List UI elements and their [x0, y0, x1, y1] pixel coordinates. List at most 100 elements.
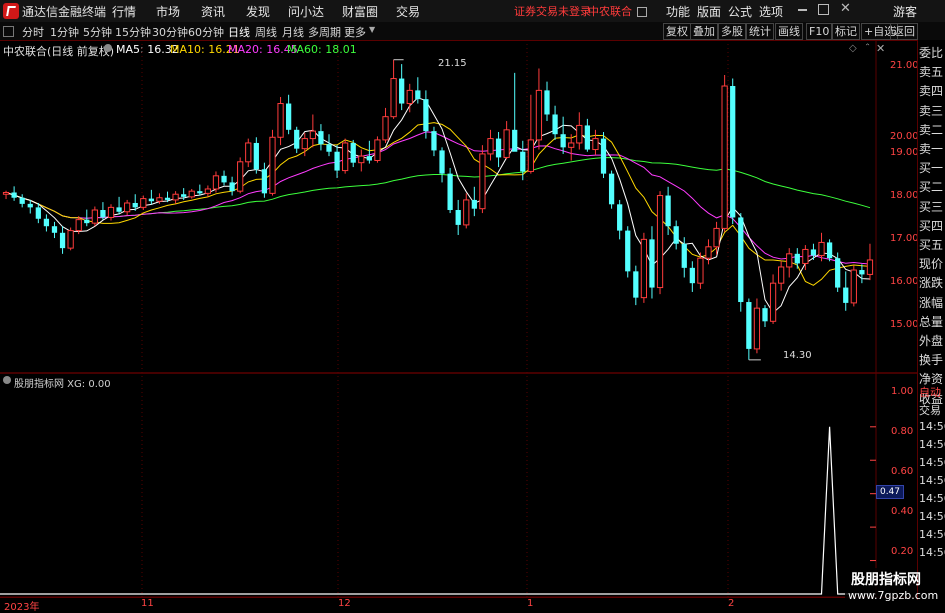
candle-body-up — [212, 175, 220, 190]
menu-layout[interactable]: 版面 — [697, 3, 721, 20]
xg-signal-line — [0, 426, 876, 595]
period-more[interactable]: 更多 — [344, 24, 366, 40]
toolbar-grid-icon[interactable] — [3, 26, 14, 37]
quote-field-label: 涨幅 — [919, 295, 944, 310]
guest-user[interactable]: 游客 — [893, 3, 917, 20]
period-15min[interactable]: 15分钟 — [115, 24, 151, 40]
period-60min[interactable]: 60分钟 — [188, 24, 224, 40]
candle-body-down — [415, 90, 421, 100]
x-label: 2 — [728, 598, 735, 609]
menu-ask[interactable]: 问小达 — [288, 3, 324, 20]
candle-body-down — [600, 138, 607, 174]
x-label: 12 — [338, 598, 351, 609]
low-price-label: 14.30 — [783, 350, 812, 361]
x-axis — [0, 597, 917, 610]
candle-body-up — [479, 153, 486, 210]
candle-body-down — [617, 204, 623, 231]
menu-market[interactable]: 市场 — [156, 3, 180, 20]
tick-time: 14:56 — [919, 528, 945, 541]
header-stock-name: 中农联合 — [588, 5, 632, 18]
minimize-icon[interactable] — [798, 9, 807, 11]
candle-body-up — [91, 209, 98, 224]
candle-body-down — [560, 134, 566, 148]
candle-body-up — [535, 89, 543, 141]
candle-body-up — [592, 138, 599, 151]
candle-body-down — [552, 114, 558, 135]
app-logo-icon — [3, 3, 19, 19]
trade-status-warning[interactable]: 证券交易未登录 — [514, 3, 591, 19]
candle-body-up — [309, 130, 316, 140]
candle-body-up — [172, 193, 179, 201]
candle-body-down — [221, 175, 227, 183]
menu-discover[interactable]: 发现 — [246, 3, 270, 20]
overlay-button[interactable]: 叠加 — [690, 23, 718, 40]
trade-mode-label[interactable]: 自动 — [919, 384, 941, 400]
draw-line-button[interactable]: 画线 — [775, 23, 803, 40]
f10-button[interactable]: F10 — [806, 23, 833, 40]
menu-formula[interactable]: 公式 — [728, 3, 752, 20]
candle-body-up — [75, 219, 82, 232]
candle-body-up — [342, 142, 349, 172]
period-weekly[interactable]: 周线 — [255, 24, 277, 40]
quote-field-label: 买三 — [919, 199, 944, 214]
candle-body-down — [689, 267, 695, 284]
period-multi[interactable]: 多周期 — [308, 24, 341, 40]
period-1min[interactable]: 1分钟 — [50, 24, 79, 40]
candle-body-down — [843, 287, 849, 303]
indicator-value-badge: 0.47 — [876, 485, 904, 499]
candle-body-down — [181, 194, 187, 197]
candle-body-up — [656, 195, 664, 289]
candle-body-up — [463, 199, 470, 226]
close-icon[interactable]: ✕ — [840, 1, 851, 16]
period-30min[interactable]: 30分钟 — [152, 24, 188, 40]
watermark-title: 股朋指标网 — [851, 572, 921, 588]
quote-field-label: 买一 — [919, 161, 944, 176]
sub-y-tick: 0.20 — [891, 546, 914, 557]
quote-field-label: 卖五 — [919, 65, 944, 80]
candle-body-up — [156, 197, 163, 202]
adjust-button[interactable]: 复权 — [663, 23, 691, 40]
menu-options[interactable]: 选项 — [759, 3, 783, 20]
statistics-button[interactable]: 统计 — [746, 23, 774, 40]
sub-y-tick: 0.40 — [891, 506, 914, 517]
candle-body-down — [608, 173, 615, 205]
y-tick: 16.00 — [890, 276, 919, 287]
candle-body-down — [673, 226, 679, 244]
more-dropdown-icon[interactable]: ▼ — [369, 25, 375, 34]
candle-body-down — [148, 198, 154, 202]
indicator-gear-icon[interactable] — [3, 376, 11, 384]
candle-body-up — [753, 307, 761, 350]
candle-body-down — [326, 144, 332, 152]
watermark-url: www.7gpzb.com — [848, 589, 939, 602]
window-restore-icon[interactable] — [637, 7, 647, 17]
x-label: 2023年 — [4, 602, 40, 613]
mark-button[interactable]: 标记 — [832, 23, 860, 40]
quote-field-label: 卖一 — [919, 142, 944, 156]
candle-body-up — [802, 248, 809, 264]
candle-body-up — [269, 136, 276, 194]
menu-trade[interactable]: 交易 — [396, 3, 420, 20]
kline-chart[interactable] — [0, 40, 917, 600]
period-daily[interactable]: 日线 — [228, 24, 250, 40]
candle-body-down — [164, 197, 171, 200]
candle-body-down — [826, 242, 833, 259]
menu-quotes[interactable]: 行情 — [112, 3, 136, 20]
menu-function[interactable]: 功能 — [666, 3, 690, 20]
back-button[interactable]: 返回 — [890, 23, 918, 40]
candle-body-down — [261, 169, 268, 194]
menu-wealth[interactable]: 财富圈 — [342, 3, 378, 20]
tick-time: 14:56 — [919, 492, 945, 505]
maximize-icon[interactable] — [818, 4, 829, 15]
candle-body-down — [455, 210, 461, 225]
menu-news[interactable]: 资讯 — [201, 3, 225, 20]
candle-body-up — [390, 78, 397, 118]
app-title: 通达信金融终端 — [22, 5, 107, 19]
multi-stock-button[interactable]: 多股 — [718, 23, 746, 40]
candle-body-down — [520, 151, 526, 172]
quote-field-label: 买五 — [919, 238, 944, 252]
trade-mode-label[interactable]: 交易 — [919, 402, 941, 418]
sub-y-tick: 0.80 — [891, 426, 914, 437]
period-monthly[interactable]: 月线 — [282, 24, 304, 40]
period-timeshare[interactable]: 分时 — [22, 24, 44, 40]
period-5min[interactable]: 5分钟 — [83, 24, 112, 40]
